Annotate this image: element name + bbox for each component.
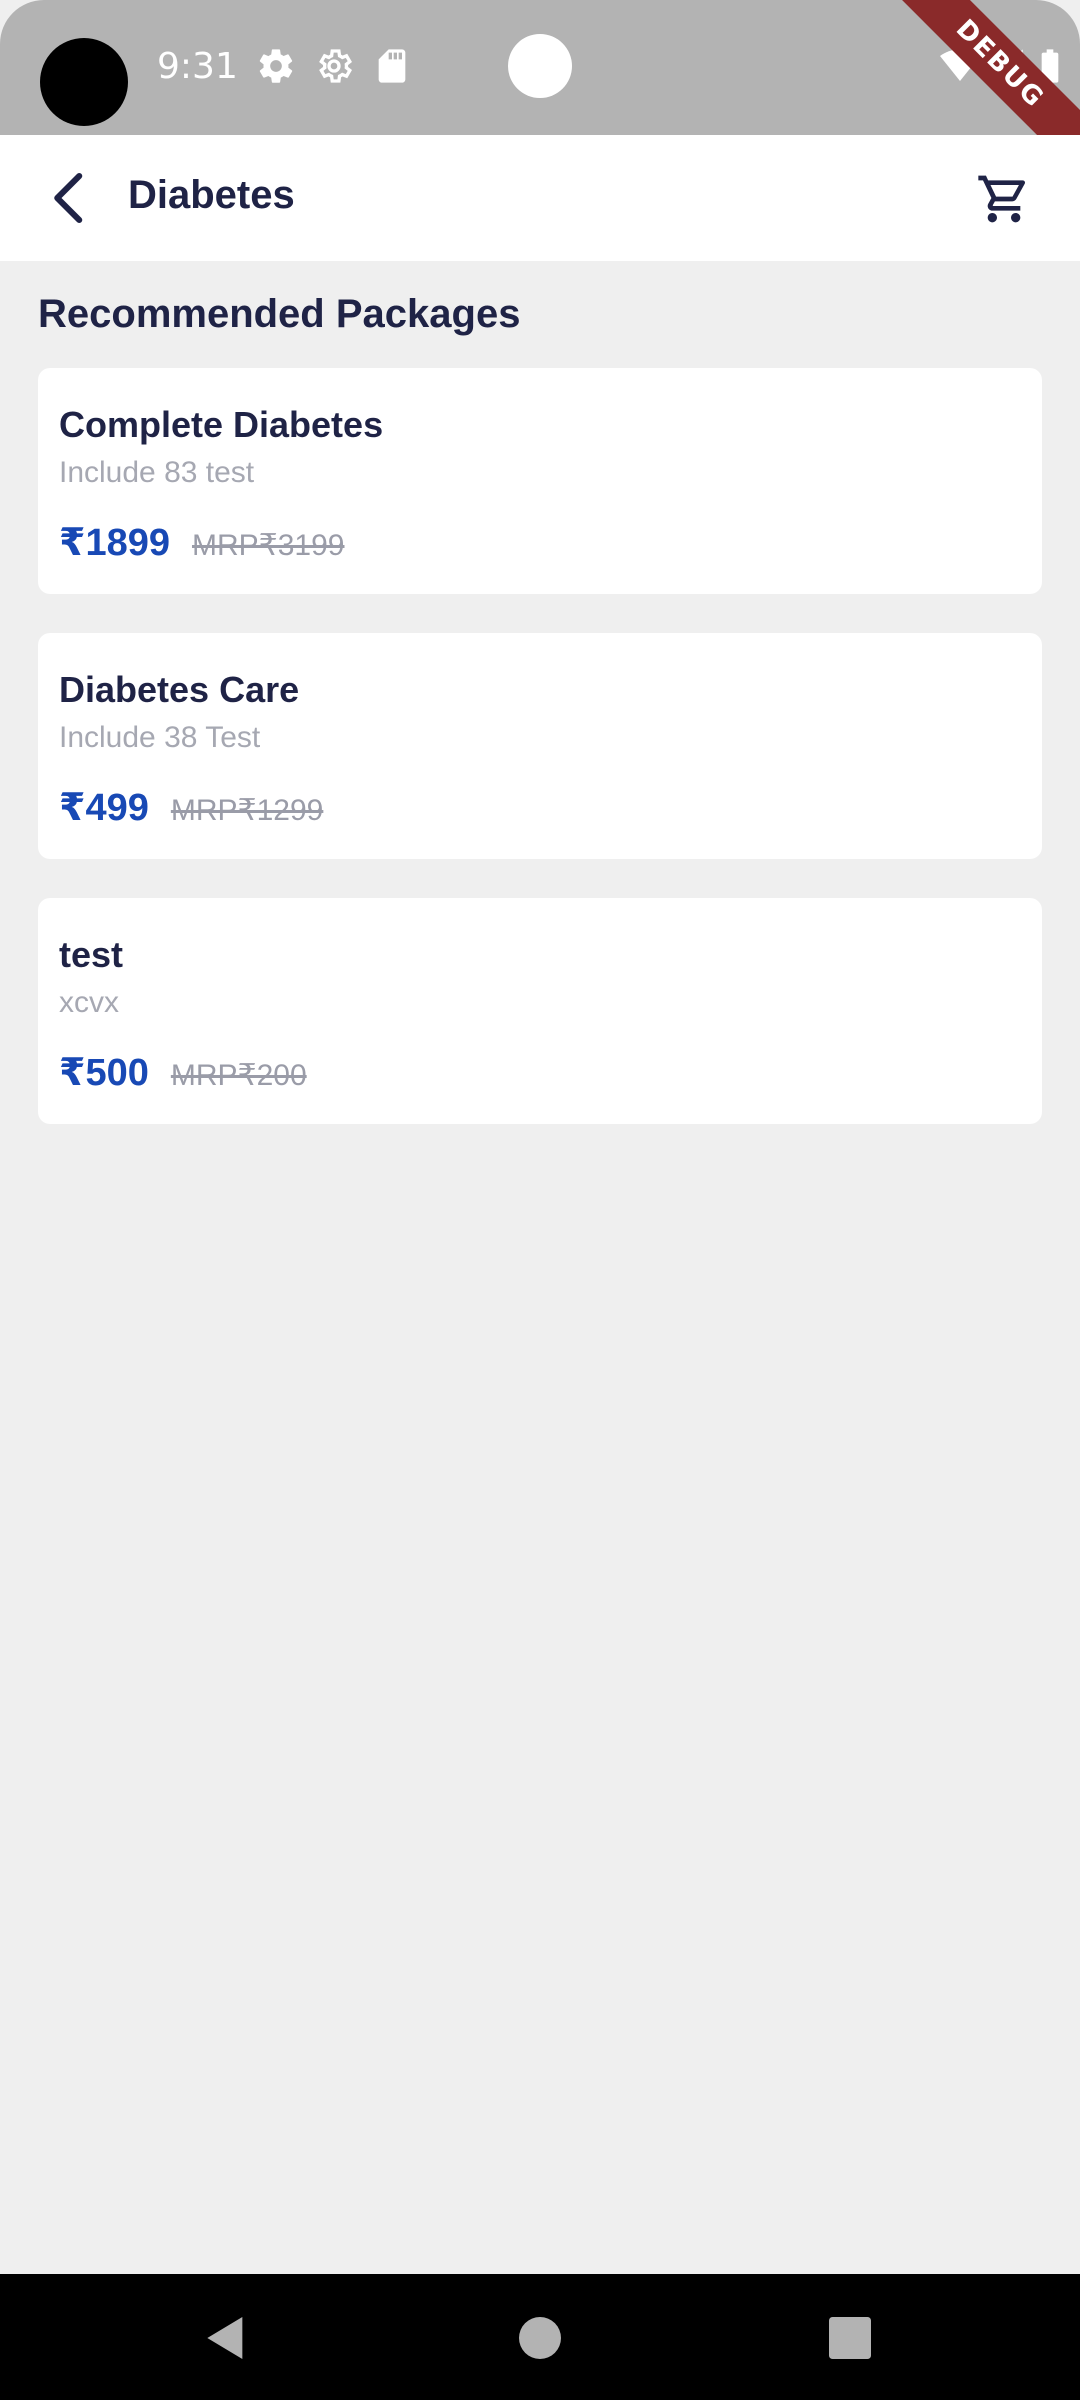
app-bar: Diabetes — [0, 135, 1080, 261]
package-name: Complete Diabetes — [59, 404, 384, 445]
package-subtitle: xcvx — [59, 986, 119, 1019]
page-title: Diabetes — [128, 173, 295, 217]
package-card[interactable]: Complete Diabetes Include 83 test ₹1899 … — [38, 368, 1042, 594]
nav-recents-icon[interactable] — [822, 2310, 878, 2366]
price-row: ₹499 MRP₹1299 — [59, 785, 323, 830]
package-price: ₹499 — [59, 787, 149, 829]
settings-icon — [259, 49, 293, 83]
package-subtitle: Include 38 Test — [59, 721, 261, 754]
package-name: test — [59, 934, 124, 975]
package-mrp: MRP₹3199 — [191, 529, 345, 562]
nav-home-icon[interactable] — [512, 2310, 568, 2366]
package-mrp: MRP₹200 — [170, 1059, 307, 1092]
package-price: ₹500 — [59, 1052, 149, 1094]
cart-icon[interactable] — [976, 171, 1032, 227]
status-indicator-dot — [508, 34, 572, 98]
package-card[interactable]: Diabetes Care Include 38 Test ₹499 MRP₹1… — [38, 633, 1042, 859]
package-card[interactable]: test xcvx ₹500 MRP₹200 — [38, 898, 1042, 1124]
sd-card-icon — [378, 49, 406, 83]
camera-cutout — [40, 38, 128, 126]
settings-outline-icon — [319, 49, 352, 83]
nav-back-icon[interactable] — [198, 2310, 254, 2366]
price-row: ₹1899 MRP₹3199 — [59, 520, 344, 565]
package-price: ₹1899 — [59, 522, 170, 564]
section-title: Recommended Packages — [38, 292, 521, 336]
package-subtitle: Include 83 test — [59, 456, 255, 489]
system-nav-bar — [0, 2274, 1080, 2400]
price-row: ₹500 MRP₹200 — [59, 1050, 307, 1095]
status-time: 9:31 — [157, 46, 238, 87]
back-arrow-icon[interactable] — [38, 165, 104, 231]
status-bar: 9:31 DEBUG — [0, 0, 1080, 135]
package-mrp: MRP₹1299 — [170, 794, 324, 827]
package-name: Diabetes Care — [59, 669, 300, 710]
screen: 9:31 DEBUG Diabetes Recommended Packages… — [0, 0, 1080, 2400]
